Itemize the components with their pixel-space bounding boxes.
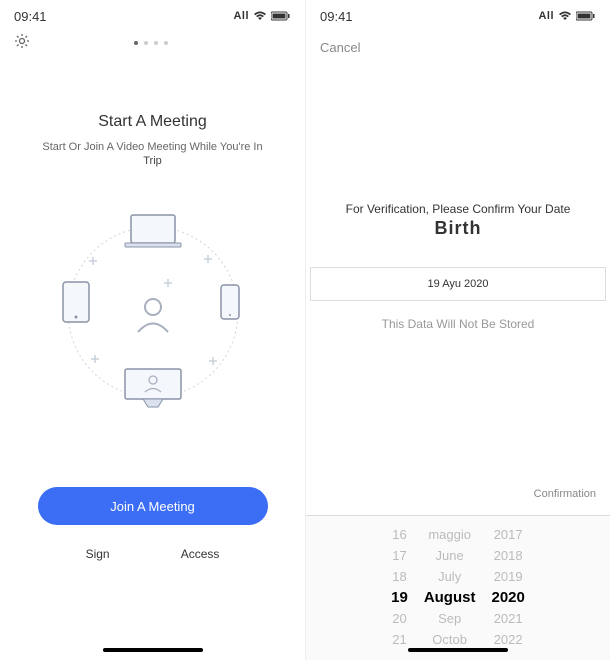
status-right: All [233, 10, 291, 22]
dot-3 [154, 41, 158, 45]
status-time: 09:41 [320, 9, 353, 24]
status-bar: 09:41 All [0, 0, 305, 28]
picker-month-selected[interactable]: August [424, 587, 476, 608]
picker-day-item[interactable]: 20 [392, 608, 406, 629]
cancel-link[interactable]: Cancel [306, 28, 610, 67]
gear-icon[interactable] [14, 33, 30, 54]
status-carrier: All [233, 10, 249, 22]
bottom-links: Sign Access [0, 547, 305, 561]
welcome-screen: 09:41 All Start A Meeting Start Or Join … [0, 0, 305, 660]
picker-month-item[interactable]: Sep [438, 608, 461, 629]
battery-icon [576, 11, 596, 21]
picker-month-item[interactable]: July [438, 566, 461, 587]
access-link[interactable]: Access [181, 547, 220, 561]
picker-year-selected[interactable]: 2020 [491, 587, 524, 608]
status-time: 09:41 [14, 9, 47, 24]
picker-day-selected[interactable]: 19 [391, 587, 408, 608]
wifi-icon [253, 11, 267, 21]
picker-day-item[interactable]: 16 [392, 524, 406, 545]
dot-2 [144, 41, 148, 45]
status-bar: 09:41 All [306, 0, 610, 28]
picker-year-item[interactable]: 2019 [494, 566, 523, 587]
home-indicator[interactable] [408, 648, 508, 652]
top-bar [0, 28, 305, 58]
date-picker[interactable]: 16 17 18 19 20 21 maggio June July Augus… [306, 515, 610, 660]
verify-birth: Birth [306, 218, 610, 239]
picker-year-item[interactable]: 2018 [494, 545, 523, 566]
picker-year-item[interactable]: 2022 [494, 629, 523, 650]
meeting-illustration [43, 197, 263, 427]
status-carrier: All [538, 10, 554, 22]
data-note: This Data Will Not Be Stored [306, 317, 610, 331]
picker-day-item[interactable]: 18 [392, 566, 406, 587]
welcome-title: Start A Meeting [0, 113, 305, 131]
picker-day-column[interactable]: 16 17 18 19 20 21 [383, 516, 416, 660]
page-dots [134, 41, 168, 45]
confirmation-link[interactable]: Confirmation [534, 488, 596, 500]
status-right: All [538, 10, 596, 22]
home-indicator[interactable] [103, 648, 203, 652]
picker-month-column[interactable]: maggio June July August Sep Octob [416, 516, 484, 660]
date-input[interactable]: 19 Ayu 2020 [310, 267, 606, 301]
join-meeting-button[interactable]: Join A Meeting [38, 487, 268, 525]
picker-month-item[interactable]: June [436, 545, 464, 566]
sign-link[interactable]: Sign [86, 547, 110, 561]
battery-icon [271, 11, 291, 21]
verify-title: For Verification, Please Confirm Your Da… [306, 202, 610, 216]
dot-4 [164, 41, 168, 45]
picker-year-column[interactable]: 2017 2018 2019 2020 2021 2022 [483, 516, 532, 660]
dot-1 [134, 41, 138, 45]
picker-day-item[interactable]: 21 [392, 629, 406, 650]
verification-screen: 09:41 All Cancel For Verification, Pleas… [305, 0, 610, 660]
welcome-subtitle2: Trip [0, 155, 305, 167]
wifi-icon [558, 11, 572, 21]
welcome-subtitle: Start Or Join A Video Meeting While You'… [0, 141, 305, 153]
picker-year-item[interactable]: 2021 [494, 608, 523, 629]
picker-month-item[interactable]: Octob [432, 629, 467, 650]
picker-day-item[interactable]: 17 [392, 545, 406, 566]
picker-year-item[interactable]: 2017 [494, 524, 523, 545]
picker-month-item[interactable]: maggio [428, 524, 471, 545]
